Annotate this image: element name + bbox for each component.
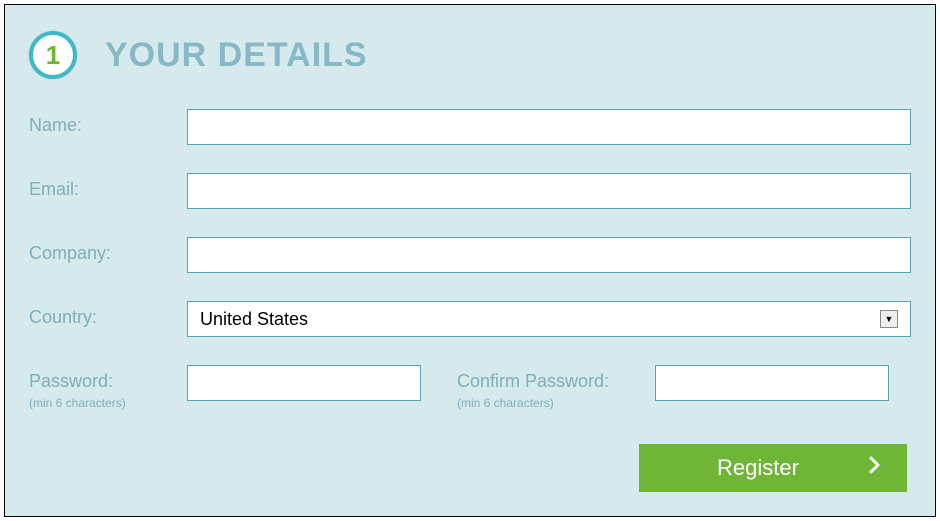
company-label: Company: <box>29 237 187 264</box>
registration-form-panel: 1 YOUR DETAILS Name: Email: Company: Cou… <box>4 4 936 517</box>
country-value: United States <box>200 309 308 330</box>
company-row: Company: <box>29 237 911 273</box>
confirm-password-input[interactable] <box>655 365 889 401</box>
password-input[interactable] <box>187 365 421 401</box>
name-row: Name: <box>29 109 911 145</box>
email-row: Email: <box>29 173 911 209</box>
country-row: Country: United States ▼ <box>29 301 911 337</box>
email-input[interactable] <box>187 173 911 209</box>
company-input[interactable] <box>187 237 911 273</box>
register-label: Register <box>717 455 799 481</box>
name-input[interactable] <box>187 109 911 145</box>
form-title: YOUR DETAILS <box>105 36 368 75</box>
country-label: Country: <box>29 301 187 328</box>
password-row: Password: (min 6 characters) Confirm Pas… <box>29 365 911 410</box>
confirm-password-hint: (min 6 characters) <box>457 396 655 410</box>
chevron-down-icon: ▼ <box>880 310 898 328</box>
step-indicator: 1 <box>29 31 77 79</box>
register-button[interactable]: Register <box>639 444 907 492</box>
country-select[interactable]: United States ▼ <box>187 301 911 337</box>
password-label: Password: (min 6 characters) <box>29 365 187 410</box>
step-number: 1 <box>46 40 60 71</box>
form-header: 1 YOUR DETAILS <box>29 31 911 79</box>
name-label: Name: <box>29 109 187 136</box>
actions-row: Register <box>29 444 911 492</box>
confirm-password-label: Confirm Password: (min 6 characters) <box>457 365 655 410</box>
email-label: Email: <box>29 173 187 200</box>
chevron-right-icon <box>869 456 881 480</box>
password-hint: (min 6 characters) <box>29 396 187 410</box>
